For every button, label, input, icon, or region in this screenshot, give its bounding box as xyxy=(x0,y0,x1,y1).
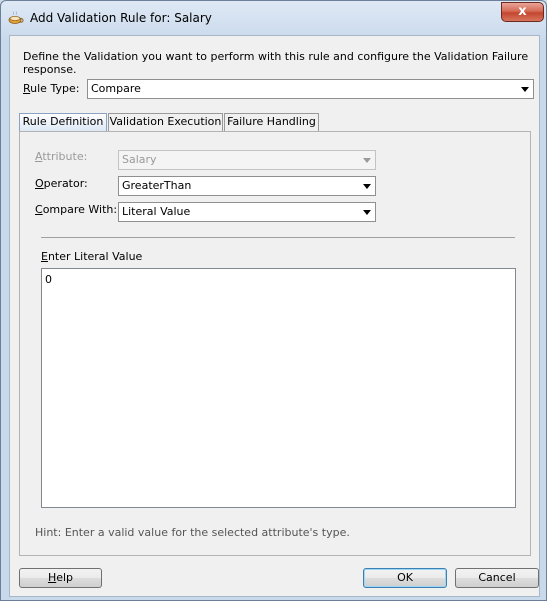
tab-failure-handling[interactable]: Failure Handling xyxy=(224,113,319,131)
attribute-label-text: ttribute: xyxy=(42,150,88,163)
operator-value: GreaterThan xyxy=(122,179,192,192)
operator-select[interactable]: GreaterThan xyxy=(118,176,376,196)
close-button[interactable]: x xyxy=(501,2,544,22)
rule-type-value: Compare xyxy=(91,82,141,95)
tab-rule-definition[interactable]: Rule Definition xyxy=(19,113,107,131)
literal-value-textarea[interactable]: 0 xyxy=(41,268,516,508)
attribute-label: Attribute: xyxy=(35,150,87,163)
literal-value-text: 0 xyxy=(45,273,52,286)
compare-with-value: Literal Value xyxy=(122,205,191,218)
window-title: Add Validation Rule for: Salary xyxy=(30,11,212,25)
dialog-window: Add Validation Rule for: Salary x Define… xyxy=(0,0,547,601)
chevron-down-icon xyxy=(363,210,371,215)
rule-type-select[interactable]: Compare xyxy=(87,79,534,99)
help-label-text: elp xyxy=(56,571,74,584)
operator-label: Operator: xyxy=(35,177,88,190)
dialog-description: Define the Validation you want to perfor… xyxy=(23,50,529,76)
chevron-down-icon xyxy=(363,184,371,189)
compare-with-mnemonic: C xyxy=(35,203,43,216)
compare-with-select[interactable]: Literal Value xyxy=(118,202,376,222)
literal-value-label-text: nter Literal Value xyxy=(47,250,143,263)
compare-with-label-text: ompare With: xyxy=(42,203,118,216)
chevron-down-icon xyxy=(363,158,371,163)
section-separator xyxy=(41,237,515,238)
cancel-button[interactable]: Cancel xyxy=(455,568,539,588)
rule-type-label: Rule Type: xyxy=(23,82,79,95)
attribute-select: Salary xyxy=(118,150,376,170)
title-bar[interactable]: Add Validation Rule for: Salary x xyxy=(1,1,546,35)
literal-value-label: Enter Literal Value xyxy=(41,250,142,263)
chevron-down-icon xyxy=(521,87,529,92)
tab-validation-execution[interactable]: Validation Execution xyxy=(108,113,223,131)
operator-mnemonic: O xyxy=(35,177,44,190)
close-icon: x xyxy=(518,4,527,19)
help-mnemonic: H xyxy=(47,571,57,584)
operator-label-text: perator: xyxy=(43,177,88,190)
rule-type-label-text: ule Type: xyxy=(30,82,80,95)
literal-value-mnemonic: E xyxy=(41,250,48,263)
compare-with-label: Compare With: xyxy=(35,203,117,216)
ok-button[interactable]: OK xyxy=(363,568,447,588)
attribute-value: Salary xyxy=(122,153,157,166)
hint-text: Hint: Enter a valid value for the select… xyxy=(35,526,350,539)
coffee-cup-icon xyxy=(8,11,24,24)
help-button[interactable]: Help xyxy=(19,568,102,588)
